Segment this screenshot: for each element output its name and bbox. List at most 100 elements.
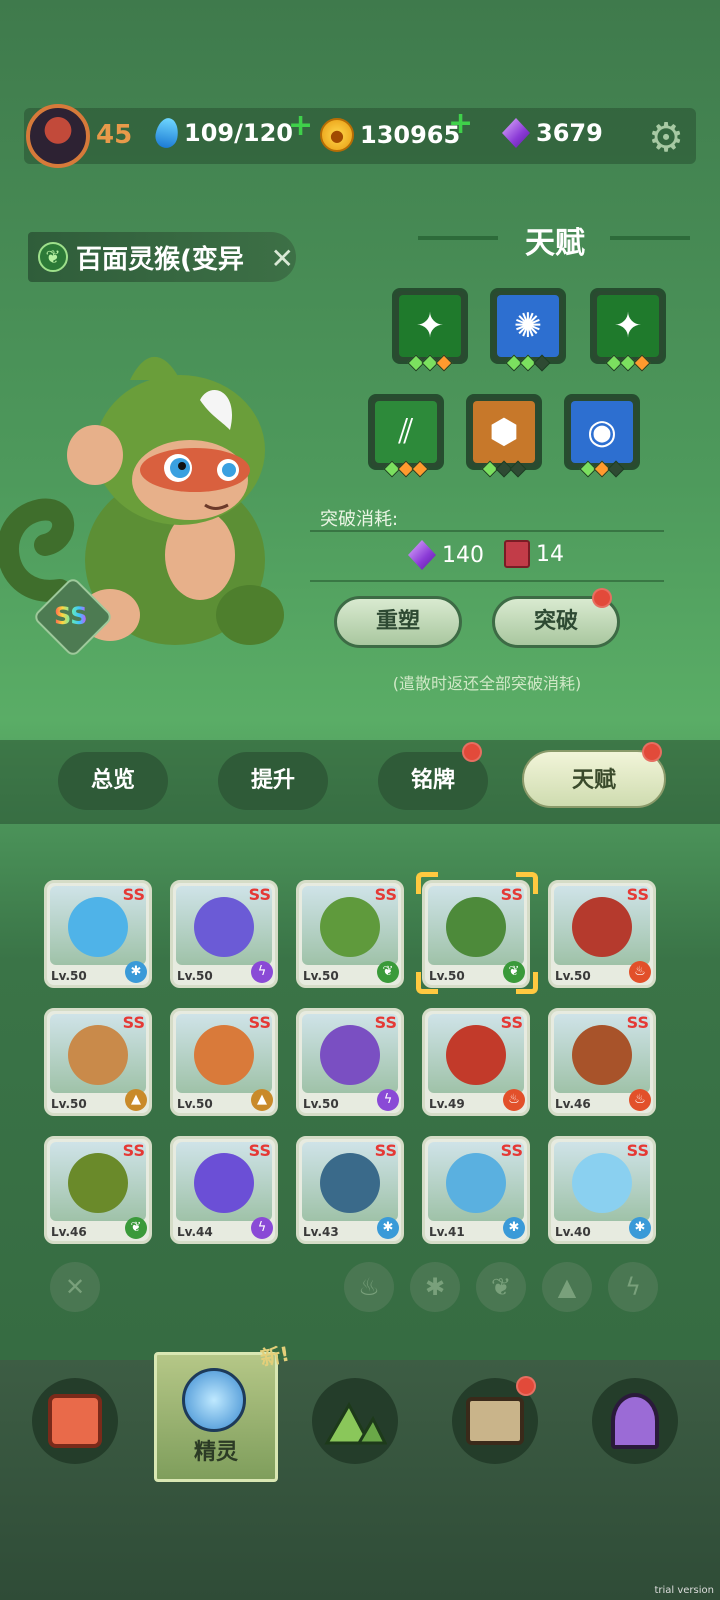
tab-overview[interactable]: 总览	[58, 752, 168, 810]
pet-card[interactable]: SS Lv.40 ✱	[548, 1136, 656, 1244]
card-rank: SS	[122, 1141, 145, 1160]
pet-face	[68, 1025, 128, 1086]
pet-card[interactable]: SS Lv.43 ✱	[296, 1136, 404, 1244]
talent-slot[interactable]: ✦	[392, 288, 468, 372]
gem-cost-value: 140	[442, 542, 484, 568]
talent-slot[interactable]: ✦	[590, 288, 666, 372]
fire-element-icon: ♨	[629, 1089, 651, 1111]
card-rank: SS	[122, 885, 145, 904]
pet-card[interactable]: SS Lv.41 ✱	[422, 1136, 530, 1244]
card-level: Lv.50	[303, 969, 339, 983]
talent-level-dots	[395, 354, 465, 372]
nav-battle[interactable]	[32, 1378, 118, 1464]
stamina-value: 109/120	[184, 119, 293, 147]
watermark: trial version	[654, 1585, 714, 1596]
break-cost-label: 突破消耗:	[320, 509, 399, 530]
pet-card[interactable]: SS Lv.50 ▲	[170, 1008, 278, 1116]
pet-card[interactable]: SS Lv.50 ✱	[44, 880, 152, 988]
pet-face	[194, 1153, 254, 1214]
coin-display: ● 130965	[320, 118, 460, 152]
card-level: Lv.46	[51, 1225, 87, 1239]
filter-fire-icon[interactable]: ♨	[344, 1262, 394, 1312]
dismiss-note: (遣散时返还全部突破消耗)	[392, 674, 582, 693]
purple-gem-icon	[408, 540, 436, 570]
card-rank: SS	[626, 1141, 649, 1160]
card-level: Lv.50	[51, 969, 87, 983]
card-level: Lv.44	[177, 1225, 213, 1239]
card-level: Lv.50	[555, 969, 591, 983]
close-icon[interactable]: ✕	[271, 242, 294, 275]
gem-display: 3679	[502, 118, 603, 148]
pet-face	[446, 1153, 506, 1214]
water-drop-icon	[153, 116, 181, 150]
notification-dot	[462, 742, 482, 762]
talent-slot[interactable]: ◉	[564, 394, 640, 478]
card-rank: SS	[248, 1141, 271, 1160]
level-dot	[633, 354, 651, 372]
gear-icon[interactable]: ⚙	[644, 116, 688, 160]
red-shield-icon: ⬢	[473, 401, 535, 463]
ice-element-icon: ✱	[125, 961, 147, 983]
filter-earth-icon[interactable]: ▲	[542, 1262, 592, 1312]
pet-card[interactable]: SS Lv.46 ♨	[548, 1008, 656, 1116]
filter-grass-icon[interactable]: ❦	[476, 1262, 526, 1312]
nav-spirit-label: 精灵	[193, 1440, 238, 1465]
pet-card[interactable]: SS Lv.49 ♨	[422, 1008, 530, 1116]
talent-slot[interactable]: ⫽	[368, 394, 444, 478]
tab-upgrade[interactable]: 提升	[218, 752, 328, 810]
map-pin-icon	[611, 1393, 659, 1449]
card-rank: SS	[500, 1013, 523, 1032]
pet-face	[194, 1025, 254, 1086]
blue-eye-icon: ◉	[571, 401, 633, 463]
pet-face	[572, 897, 632, 958]
thunder-element-icon: ϟ	[251, 1217, 273, 1239]
selection-corner	[416, 972, 438, 994]
stamina-display: 109/120	[153, 116, 293, 150]
talent-level-dots	[567, 460, 637, 478]
pet-card[interactable]: SS Lv.50 ❦	[422, 880, 530, 988]
mountain-icon	[324, 1401, 387, 1445]
talent-slot[interactable]: ⬢	[466, 394, 542, 478]
pet-face	[68, 1153, 128, 1214]
book-cost-value: 14	[536, 541, 564, 567]
blue-gear-icon: ✺	[497, 295, 559, 357]
grass-element-icon: ❦	[125, 1217, 147, 1239]
level-dot	[411, 460, 429, 478]
green-claw-icon: ⫽	[375, 401, 437, 463]
reset-button[interactable]: 重塑	[334, 596, 462, 648]
coin-value: 130965	[360, 121, 461, 149]
pet-card[interactable]: SS Lv.44 ϟ	[170, 1136, 278, 1244]
card-level: Lv.43	[303, 1225, 339, 1239]
pet-face	[446, 1025, 506, 1086]
pet-card[interactable]: SS Lv.50 ❦	[296, 880, 404, 988]
card-level: Lv.50	[303, 1097, 339, 1111]
nav-location[interactable]	[592, 1378, 678, 1464]
player-avatar[interactable]	[26, 104, 90, 168]
talent-level-dots	[493, 354, 563, 372]
level-dot	[533, 354, 551, 372]
nav-map[interactable]	[312, 1378, 398, 1464]
book-cost: 14	[504, 540, 564, 568]
pet-card[interactable]: SS Lv.50 ϟ	[170, 880, 278, 988]
card-level: Lv.49	[429, 1097, 465, 1111]
ice-element-icon: ✱	[503, 1217, 525, 1239]
divider	[310, 530, 664, 532]
add-coins-button[interactable]: +	[448, 106, 473, 141]
add-stamina-button[interactable]: +	[288, 108, 313, 143]
talent-slot[interactable]: ✺	[490, 288, 566, 372]
pet-card[interactable]: SS Lv.50 ϟ	[296, 1008, 404, 1116]
spirit-orb-icon	[182, 1368, 246, 1432]
gem-cost: 140	[408, 540, 484, 570]
card-rank: SS	[626, 885, 649, 904]
notification-dot	[516, 1376, 536, 1396]
filter-ice-icon[interactable]: ✱	[410, 1262, 460, 1312]
pet-card[interactable]: SS Lv.46 ❦	[44, 1136, 152, 1244]
pet-name: 百面灵猴(变异	[76, 244, 244, 275]
card-rank: SS	[374, 885, 397, 904]
pet-face	[194, 897, 254, 958]
filter-thunder-icon[interactable]: ϟ	[608, 1262, 658, 1312]
card-level: Lv.40	[555, 1225, 591, 1239]
pet-card[interactable]: SS Lv.50 ▲	[44, 1008, 152, 1116]
pet-card[interactable]: SS Lv.50 ♨	[548, 880, 656, 988]
clear-filter-button[interactable]: ✕	[50, 1262, 100, 1312]
